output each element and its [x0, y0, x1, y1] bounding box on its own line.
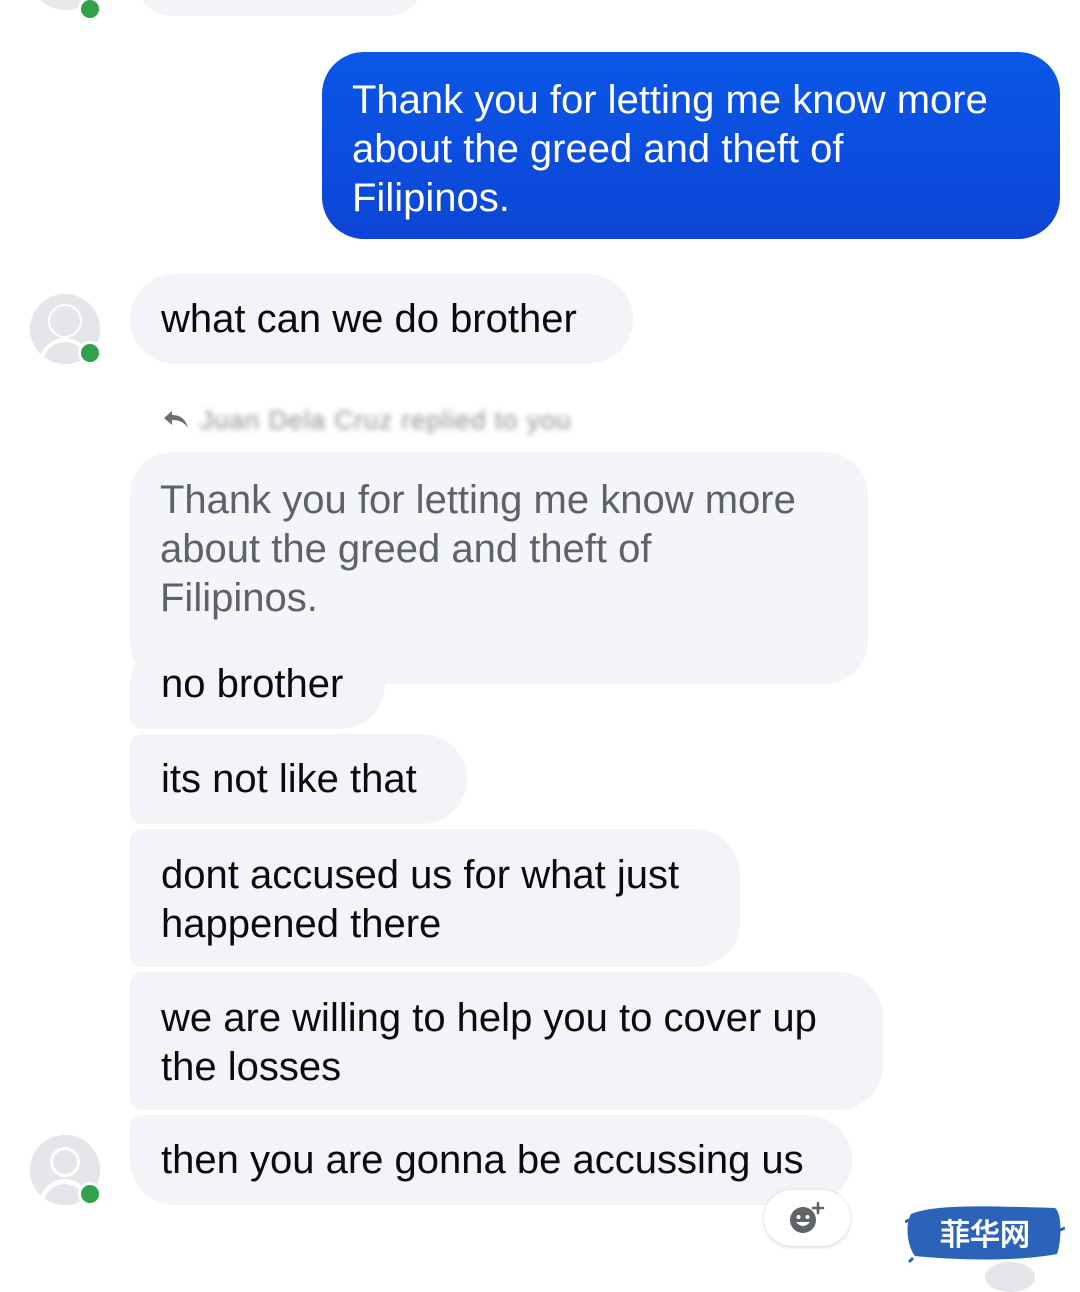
incoming-message-bubble[interactable]: we are willing to help you to cover up t…: [130, 972, 883, 1110]
online-status-dot: [78, 341, 102, 365]
incoming-message-bubble[interactable]: then you are gonna be accussing us: [130, 1115, 852, 1205]
incoming-message-bubble[interactable]: its not like that: [130, 734, 467, 824]
message-bubble-previous[interactable]: [135, 0, 425, 16]
avatar-partial: [985, 1262, 1035, 1292]
reply-arrow-icon: [164, 411, 188, 428]
incoming-message-bubble[interactable]: what can we do brother: [130, 274, 633, 364]
add-reaction-button[interactable]: [764, 1190, 850, 1246]
online-status-dot: [78, 0, 102, 21]
reply-header: Juan Dela Cruz replied to you: [162, 405, 572, 435]
incoming-message-bubble[interactable]: no brother: [130, 639, 385, 729]
outgoing-message-bubble[interactable]: Thank you for letting me know more about…: [322, 52, 1060, 239]
watermark-text: 菲华网: [940, 1218, 1030, 1253]
online-status-dot: [78, 1182, 102, 1206]
add-reaction-icon: [790, 1201, 825, 1233]
reply-sender-name: Juan Dela Cruz replied to you: [200, 404, 572, 435]
watermark-logo: 菲华网: [905, 1200, 1065, 1264]
incoming-message-bubble[interactable]: dont accused us for what just happened t…: [130, 829, 740, 967]
